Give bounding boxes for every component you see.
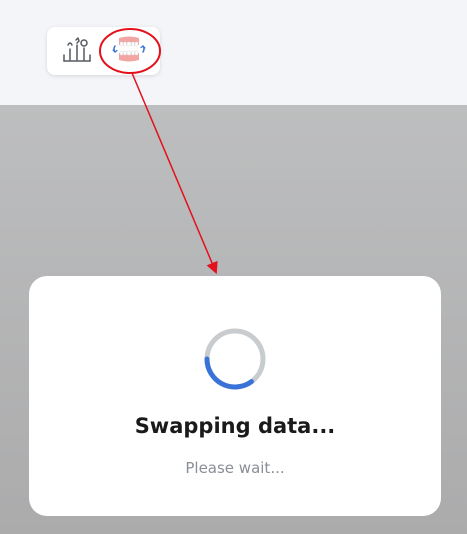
dialog-title: Swapping data...	[134, 414, 336, 438]
loading-dialog: Swapping data... Please wait...	[29, 276, 441, 516]
tools-button[interactable]	[57, 33, 97, 69]
view-toolbar	[47, 27, 160, 75]
swap-jaws-icon	[110, 35, 148, 67]
loading-spinner	[204, 328, 266, 390]
dental-tools-icon	[62, 35, 92, 67]
swap-jaws-button[interactable]	[109, 33, 149, 69]
dialog-subtitle: Please wait...	[185, 459, 285, 477]
spinner-arc	[204, 356, 254, 390]
